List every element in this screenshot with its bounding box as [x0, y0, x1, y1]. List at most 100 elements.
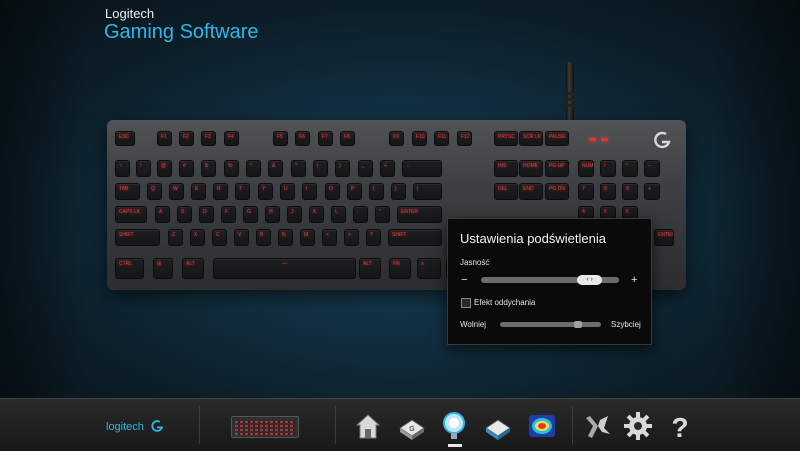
key[interactable]: ?: [366, 229, 381, 246]
key[interactable]: N: [278, 229, 293, 246]
key[interactable]: R: [213, 183, 228, 200]
key[interactable]: ENTER: [397, 206, 442, 223]
key[interactable]: F: [221, 206, 236, 223]
key[interactable]: PG UP: [545, 160, 569, 177]
gear-icon[interactable]: [622, 410, 654, 442]
key[interactable]: D: [199, 206, 214, 223]
key-assignment-icon[interactable]: [482, 410, 514, 442]
arx-icon[interactable]: [582, 410, 614, 442]
key[interactable]: K: [309, 206, 324, 223]
key[interactable]: >: [344, 229, 359, 246]
gkey-icon[interactable]: G: [396, 410, 428, 442]
key[interactable]: I: [302, 183, 317, 200]
key[interactable]: ^: [246, 160, 261, 177]
breathing-speed-slider[interactable]: [500, 322, 601, 327]
heatmap-icon[interactable]: [526, 410, 558, 442]
help-icon[interactable]: ?: [664, 410, 696, 442]
key[interactable]: CAPS LK: [115, 206, 147, 223]
key[interactable]: }: [391, 183, 406, 200]
key[interactable]: @: [157, 160, 172, 177]
key[interactable]: C: [212, 229, 227, 246]
key[interactable]: ): [335, 160, 350, 177]
key[interactable]: {: [369, 183, 384, 200]
key[interactable]: ESC: [115, 131, 135, 146]
key[interactable]: SCR LK: [519, 131, 543, 146]
key[interactable]: ⊞: [153, 258, 173, 279]
home-icon[interactable]: [352, 410, 384, 442]
key[interactable]: FN: [389, 258, 411, 279]
key[interactable]: /: [600, 160, 616, 177]
key[interactable]: Q: [147, 183, 162, 200]
key[interactable]: ~: [115, 160, 130, 177]
key[interactable]: F11: [434, 131, 449, 146]
key[interactable]: *: [622, 160, 638, 177]
speed-slider-thumb[interactable]: [574, 321, 583, 328]
key[interactable]: HOME: [519, 160, 543, 177]
brightness-slider-thumb[interactable]: ‹ ›: [577, 275, 603, 285]
key[interactable]: |: [413, 183, 442, 200]
key[interactable]: F2: [179, 131, 194, 146]
key[interactable]: H: [265, 206, 280, 223]
key[interactable]: 8: [600, 183, 616, 200]
key[interactable]: +: [644, 183, 660, 200]
key[interactable]: PAUSE: [545, 131, 569, 146]
key[interactable]: V: [234, 229, 249, 246]
key[interactable]: F4: [224, 131, 239, 146]
key[interactable]: X: [190, 229, 205, 246]
breathing-effect-checkbox[interactable]: [461, 298, 471, 308]
key[interactable]: SHIFT: [115, 229, 160, 246]
key[interactable]: $: [201, 160, 216, 177]
key[interactable]: S: [177, 206, 192, 223]
key[interactable]: (: [313, 160, 328, 177]
key[interactable]: F5: [273, 131, 288, 146]
key[interactable]: NUM: [578, 160, 594, 177]
key[interactable]: ALT: [359, 258, 381, 279]
key[interactable]: A: [155, 206, 170, 223]
key[interactable]: 9: [622, 183, 638, 200]
key[interactable]: 7: [578, 183, 594, 200]
key[interactable]: Y: [258, 183, 273, 200]
brightness-decrease-button[interactable]: −: [461, 274, 467, 286]
key[interactable]: PRTSC: [494, 131, 518, 146]
key[interactable]: %: [224, 160, 239, 177]
key[interactable]: T: [235, 183, 250, 200]
key[interactable]: F8: [340, 131, 355, 146]
key[interactable]: END: [519, 183, 543, 200]
key[interactable]: F9: [389, 131, 404, 146]
key[interactable]: :: [353, 206, 368, 223]
key[interactable]: Z: [168, 229, 183, 246]
key[interactable]: PG DN: [545, 183, 569, 200]
key[interactable]: F1: [157, 131, 172, 146]
device-thumbnail[interactable]: [231, 416, 299, 438]
key[interactable]: TAB: [115, 183, 140, 200]
key[interactable]: *: [291, 160, 306, 177]
key[interactable]: L: [331, 206, 346, 223]
key[interactable]: !: [136, 160, 151, 177]
key[interactable]: ENTER: [654, 229, 674, 246]
key[interactable]: ALT: [182, 258, 204, 279]
lighting-icon[interactable]: [438, 410, 470, 442]
key[interactable]: #: [179, 160, 194, 177]
key[interactable]: G: [243, 206, 258, 223]
key[interactable]: DEL: [494, 183, 518, 200]
key[interactable]: ": [375, 206, 390, 223]
key[interactable]: —: [213, 258, 356, 279]
key[interactable]: INS: [494, 160, 518, 177]
key[interactable]: F7: [318, 131, 333, 146]
key[interactable]: F6: [295, 131, 310, 146]
key[interactable]: +: [380, 160, 395, 177]
key[interactable]: ≡: [417, 258, 441, 279]
key[interactable]: SHIFT: [388, 229, 442, 246]
key[interactable]: _: [358, 160, 373, 177]
key[interactable]: F12: [457, 131, 472, 146]
key[interactable]: J: [287, 206, 302, 223]
key[interactable]: E: [191, 183, 206, 200]
key[interactable]: P: [347, 183, 362, 200]
key[interactable]: U: [280, 183, 295, 200]
key[interactable]: M: [300, 229, 315, 246]
key[interactable]: &: [268, 160, 283, 177]
key[interactable]: ←: [402, 160, 442, 177]
key[interactable]: <: [322, 229, 337, 246]
key[interactable]: F10: [412, 131, 427, 146]
key[interactable]: −: [644, 160, 660, 177]
